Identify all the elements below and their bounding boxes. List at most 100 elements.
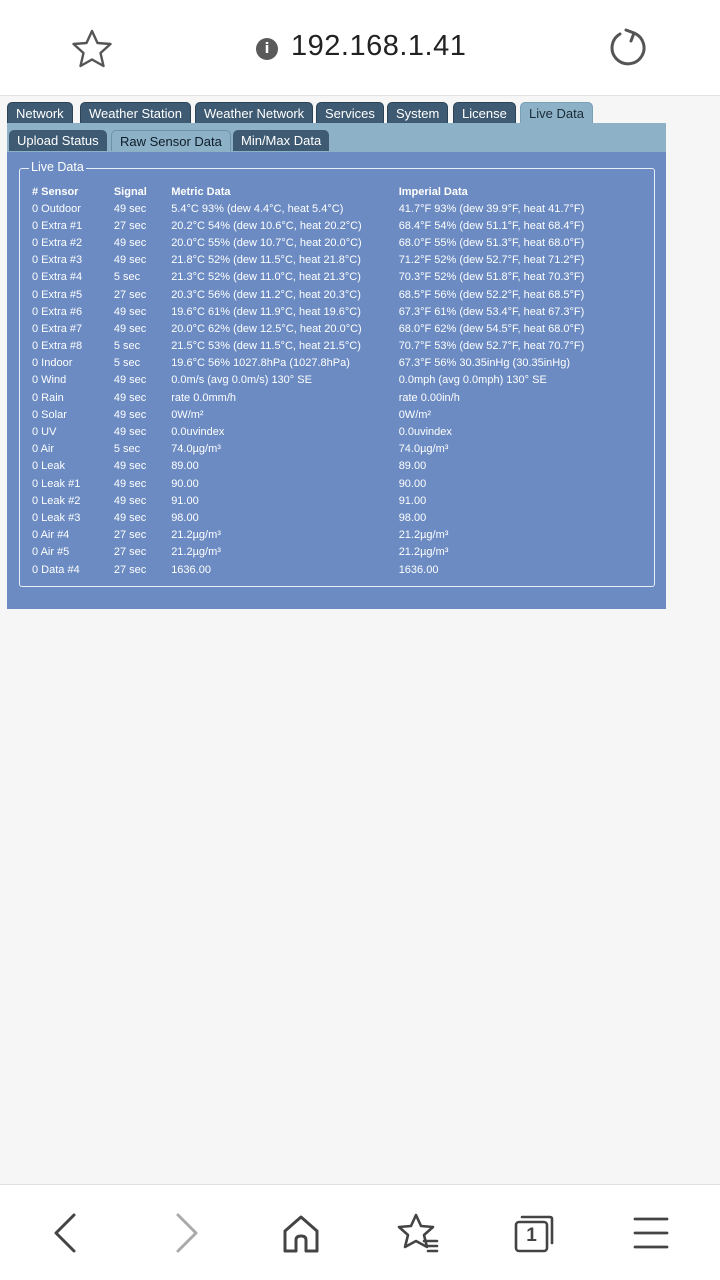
row-sensor: 0 Extra #1 <box>32 219 83 232</box>
table-row: 0 Air #5 27 sec 21.2µg/m³ 21.2µg/m³ <box>32 544 654 561</box>
row-imperial: 21.2µg/m³ <box>398 546 449 559</box>
row-metric: 21.2µg/m³ <box>171 546 221 559</box>
row-metric: 91.00 <box>171 494 199 507</box>
table-row: 0 Extra #7 49 sec 20.0°C 62% (dew 12.5°C, … <box>32 320 654 337</box>
star-icon[interactable] <box>70 27 114 71</box>
row-signal: 5 sec <box>113 271 141 284</box>
table-row: 0 Wind 49 sec 0.0m/s (avg 0.0m/s) 130° SE 0… <box>32 372 654 389</box>
row-imperial: 68.0°F 62% (dew 54.5°F, heat 68.0°F) <box>398 322 585 335</box>
table-row: 0 UV 49 sec 0.0uvindex 0.0uvindex <box>32 423 654 440</box>
table-row: 0 Leak #1 49 sec 90.00 90.00 <box>32 475 654 492</box>
row-sensor: 0 Extra #5 <box>32 288 83 301</box>
row-metric: 98.00 <box>171 511 199 524</box>
row-signal: 49 sec <box>113 374 147 387</box>
row-sensor: 0 Wind <box>32 374 67 387</box>
header-sensor: # Sensor <box>32 185 79 198</box>
row-signal: 27 sec <box>113 288 147 301</box>
tab-services[interactable]: Services <box>316 102 384 123</box>
tab-system[interactable]: System <box>387 102 449 123</box>
row-metric: 20.3°C 56% (dew 11.2°C, heat 20.3°C) <box>171 288 361 301</box>
row-imperial: rate 0.00in/h <box>398 391 460 404</box>
row-signal: 49 sec <box>113 511 147 524</box>
table-row: 0 Leak #3 49 sec 98.00 98.00 <box>32 509 654 526</box>
info-icon[interactable]: i <box>256 38 278 60</box>
row-signal: 5 sec <box>113 357 141 370</box>
table-row: 0 Extra #4 5 sec 21.3°C 52% (dew 11.0°C, h… <box>32 269 654 286</box>
row-metric: 21.3°C 52% (dew 11.0°C, heat 21.3°C) <box>171 271 361 284</box>
sensor-rows: 0 Outdoor 49 sec 5.4°C 93% (dew 4.4°C, hea… <box>32 200 654 578</box>
tab-weather-network[interactable]: Weather Network <box>195 102 314 123</box>
row-sensor: 0 Leak #3 <box>32 511 81 524</box>
tab-network[interactable]: Network <box>7 102 73 123</box>
tab-live-data[interactable]: Live Data <box>520 102 593 123</box>
url-text[interactable]: 192.168.1.41 <box>291 30 466 63</box>
row-metric: 19.6°C 56% 1027.8hPa (1027.8hPa) <box>171 357 350 370</box>
row-imperial: 70.7°F 53% (dew 52.7°F, heat 70.7°F) <box>398 340 585 353</box>
row-signal: 49 sec <box>113 305 147 318</box>
tabs-icon[interactable]: 1 <box>512 1211 556 1255</box>
sensor-table: # Sensor Signal Metric Data Imperial Dat… <box>32 183 654 578</box>
live-data-fieldset: Live Data # Sensor Signal Metric Data Im… <box>19 160 655 587</box>
row-imperial: 68.0°F 55% (dew 51.3°F, heat 68.0°F) <box>398 236 585 249</box>
row-sensor: 0 Outdoor <box>32 202 81 215</box>
row-signal: 49 sec <box>113 236 147 249</box>
row-metric: 20.0°C 62% (dew 12.5°C, heat 20.0°C) <box>171 322 362 335</box>
row-metric: rate 0.0mm/h <box>171 391 236 404</box>
row-metric: 5.4°C 93% (dew 4.4°C, heat 5.4°C) <box>171 202 344 215</box>
row-sensor: 0 Extra #7 <box>32 322 83 335</box>
home-icon[interactable] <box>279 1211 323 1255</box>
row-sensor: 0 Indoor <box>32 357 73 370</box>
browser-top-bar: i 192.168.1.41 <box>0 0 720 96</box>
tab-weather-station[interactable]: Weather Station <box>80 102 191 123</box>
back-arrow-icon[interactable] <box>44 1211 88 1255</box>
row-signal: 49 sec <box>113 460 147 473</box>
row-imperial: 70.3°F 52% (dew 51.8°F, heat 70.3°F) <box>398 271 585 284</box>
row-sensor: 0 Extra #2 <box>32 236 83 249</box>
subtab-raw-sensor-data[interactable]: Raw Sensor Data <box>111 130 231 151</box>
row-imperial: 89.00 <box>398 460 427 473</box>
sub-tab-strip: Upload Status Raw Sensor Data Min/Max Da… <box>7 123 666 152</box>
row-metric: 1636.00 <box>171 563 211 576</box>
row-sensor: 0 Air #4 <box>32 529 70 542</box>
table-row: 0 Leak #2 49 sec 91.00 91.00 <box>32 492 654 509</box>
table-header-row: # Sensor Signal Metric Data Imperial Dat… <box>32 183 654 200</box>
row-signal: 49 sec <box>113 254 147 267</box>
web-page: Network Weather Station Weather Network … <box>7 102 666 609</box>
forward-arrow-icon[interactable] <box>164 1211 208 1255</box>
row-metric: 90.00 <box>171 477 199 490</box>
row-signal: 49 sec <box>113 202 147 215</box>
bookmarks-icon[interactable] <box>396 1211 440 1255</box>
row-sensor: 0 Data #4 <box>32 563 80 576</box>
row-metric: 89.00 <box>171 460 199 473</box>
row-signal: 49 sec <box>113 391 147 404</box>
table-row: 0 Outdoor 49 sec 5.4°C 93% (dew 4.4°C, hea… <box>32 200 654 217</box>
row-imperial: 71.2°F 52% (dew 52.7°F, heat 71.2°F) <box>398 254 585 267</box>
row-metric: 0.0uvindex <box>171 426 225 439</box>
row-metric: 0.0m/s (avg 0.0m/s) 130° SE <box>171 374 312 387</box>
row-imperial: 0.0uvindex <box>398 426 452 439</box>
row-sensor: 0 Air <box>32 443 55 456</box>
table-row: 0 Data #4 27 sec 1636.00 1636.00 <box>32 561 654 578</box>
row-metric: 20.2°C 54% (dew 10.6°C, heat 20.2°C) <box>171 219 362 232</box>
row-metric: 74.0µg/m³ <box>171 443 221 456</box>
row-sensor: 0 Solar <box>32 408 67 421</box>
row-sensor: 0 Extra #3 <box>32 254 83 267</box>
row-signal: 27 sec <box>113 546 147 559</box>
subtab-upload-status[interactable]: Upload Status <box>9 130 107 151</box>
table-row: 0 Air #4 27 sec 21.2µg/m³ 21.2µg/m³ <box>32 527 654 544</box>
row-sensor: 0 Extra #6 <box>32 305 83 318</box>
row-signal: 49 sec <box>113 322 147 335</box>
tab-license[interactable]: License <box>453 102 516 123</box>
menu-icon[interactable] <box>629 1211 673 1255</box>
table-row: 0 Extra #8 5 sec 21.5°C 53% (dew 11.5°C, h… <box>32 338 654 355</box>
row-imperial: 0W/m² <box>398 408 432 421</box>
row-metric: 19.6°C 61% (dew 11.9°C, heat 19.6°C) <box>171 305 361 318</box>
row-imperial: 74.0µg/m³ <box>398 443 449 456</box>
table-row: 0 Extra #2 49 sec 20.0°C 55% (dew 10.7°C, … <box>32 234 654 251</box>
subtab-min-max-data[interactable]: Min/Max Data <box>233 130 330 151</box>
row-sensor: 0 UV <box>32 426 57 439</box>
tab-count: 1 <box>526 1225 537 1246</box>
reload-icon[interactable] <box>606 26 650 70</box>
table-row: 0 Rain 49 sec rate 0.0mm/h rate 0.00in/h <box>32 389 654 406</box>
row-sensor: 0 Leak #1 <box>32 477 81 490</box>
